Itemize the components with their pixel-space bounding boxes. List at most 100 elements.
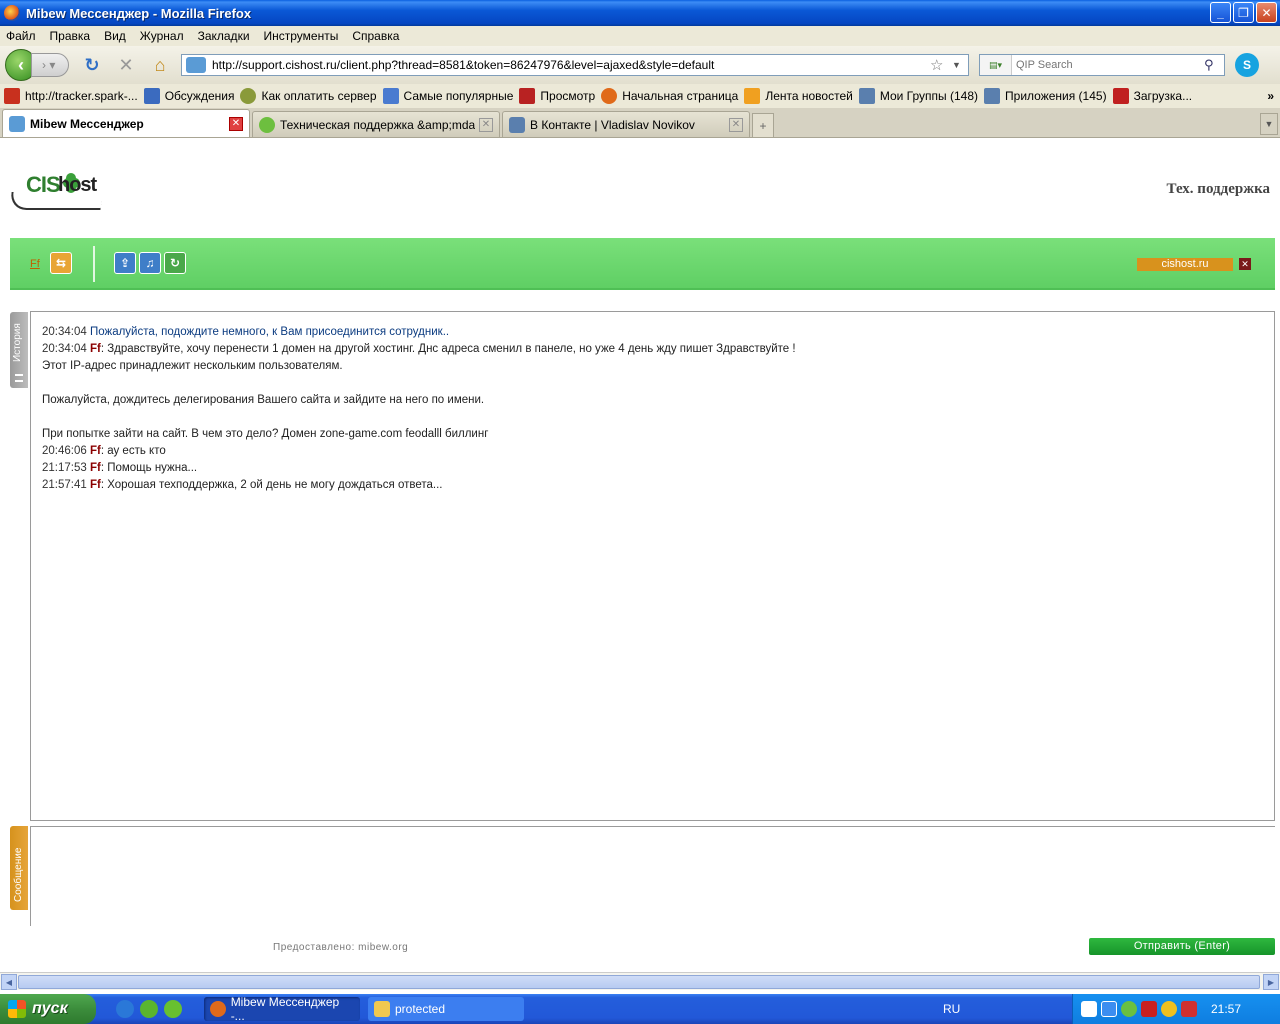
menu-view[interactable]: Вид bbox=[104, 29, 126, 43]
vk-icon bbox=[509, 116, 525, 133]
taskbar: пуск Mibew Мессенджер -... protected RU … bbox=[0, 994, 1280, 1024]
close-window-button[interactable]: ✕ bbox=[1256, 2, 1277, 23]
url-text[interactable]: http://support.cishost.ru/client.php?thr… bbox=[212, 58, 930, 72]
chat-icon bbox=[9, 115, 25, 132]
skype-icon[interactable]: S bbox=[1235, 53, 1259, 77]
close-tab-icon[interactable]: ✕ bbox=[729, 117, 743, 132]
reload-icon[interactable]: ↻ bbox=[81, 54, 103, 76]
new-tab-button[interactable]: + bbox=[752, 113, 774, 137]
scroll-thumb[interactable] bbox=[18, 975, 1260, 989]
vk-icon bbox=[858, 88, 875, 104]
system-tray: RU 21:57 bbox=[943, 994, 1280, 1024]
menu-icon bbox=[15, 374, 23, 382]
language-indicator[interactable]: RU bbox=[943, 1002, 960, 1016]
horizontal-scrollbar[interactable]: ◀ ▶ bbox=[0, 972, 1280, 990]
tab-vkontakte[interactable]: В Контакте | Vladislav Novikov ✕ bbox=[502, 111, 750, 137]
user-name-link[interactable]: Ff bbox=[30, 258, 40, 270]
chat-line: При попытке зайти на сайт. В чем это дел… bbox=[42, 428, 489, 440]
url-dropdown-icon[interactable]: ▼ bbox=[952, 60, 968, 70]
search-icon[interactable]: ⚲ bbox=[1204, 57, 1224, 73]
taskbar-item-folder[interactable]: protected bbox=[368, 997, 524, 1021]
clock: 21:57 bbox=[1211, 1002, 1242, 1016]
folder-icon bbox=[374, 1001, 390, 1017]
window-titlebar: Mibew Мессенджер - Mozilla Firefox _ ❐ ✕ bbox=[0, 0, 1280, 26]
site-identity-icon[interactable] bbox=[186, 57, 206, 73]
home-icon[interactable]: ⌂ bbox=[149, 54, 171, 76]
antivirus-icon[interactable] bbox=[1141, 1001, 1157, 1017]
forward-button[interactable]: › ▾ bbox=[31, 53, 69, 77]
sound-icon[interactable]: ♫ bbox=[139, 252, 161, 274]
search-input[interactable] bbox=[1012, 59, 1204, 71]
view-icon bbox=[519, 88, 536, 104]
chat-line: 21:17:53 Ff: Помощь нужна... bbox=[42, 462, 198, 474]
toolbar-divider bbox=[93, 246, 95, 282]
chat-line: 20:46:06 Ff: ау есть кто bbox=[42, 445, 166, 457]
bookmark-loading[interactable]: Загрузка... bbox=[1112, 88, 1192, 104]
bookmark-discussions[interactable]: Обсуждения bbox=[143, 88, 234, 104]
send-button[interactable]: Отправить (Enter) bbox=[1089, 938, 1275, 955]
mail-transcript-icon[interactable]: ⇪ bbox=[114, 252, 136, 274]
message-tab[interactable]: Сообщение bbox=[10, 826, 28, 910]
mibew-link[interactable]: mibew.org bbox=[358, 942, 408, 953]
bookmark-tracker[interactable]: http://tracker.spark-... bbox=[4, 88, 138, 104]
icq-icon[interactable] bbox=[164, 1000, 182, 1018]
search-engine-icon[interactable]: ▤▾ bbox=[980, 55, 1012, 75]
bookmark-my-groups[interactable]: Мои Группы (148) bbox=[858, 88, 978, 104]
menu-bookmarks[interactable]: Закладки bbox=[198, 29, 250, 43]
firefox-icon bbox=[4, 5, 20, 21]
bookmark-star-icon[interactable]: ☆ bbox=[930, 56, 952, 74]
close-tab-icon[interactable]: ✕ bbox=[479, 117, 493, 132]
help-icon[interactable] bbox=[1081, 1001, 1097, 1017]
bookmark-pay-server[interactable]: Как оплатить сервер bbox=[240, 88, 377, 104]
tray-warning-icon[interactable] bbox=[1181, 1001, 1197, 1017]
scroll-right-icon[interactable]: ▶ bbox=[1263, 974, 1279, 990]
tray-app-icon[interactable] bbox=[1161, 1001, 1177, 1017]
ie-icon[interactable] bbox=[116, 1000, 134, 1018]
powered-by: Предоставлено: mibew.org bbox=[273, 942, 409, 953]
stop-icon[interactable]: ✕ bbox=[115, 54, 137, 76]
change-name-icon[interactable]: ⇆ bbox=[50, 252, 72, 274]
cishost-logo: CIS host bbox=[8, 170, 106, 210]
bookmark-news-feed[interactable]: Лента новостей bbox=[744, 88, 853, 104]
network-icon[interactable] bbox=[1101, 1001, 1117, 1017]
page-title: Тех. поддержка bbox=[1166, 181, 1270, 197]
icq-icon[interactable] bbox=[1121, 1001, 1137, 1017]
tab-bar: Mibew Мессенджер ✕ Техническая поддержка… bbox=[0, 108, 1280, 138]
tab-list-button[interactable]: ▼ bbox=[1260, 113, 1278, 135]
browser-icon[interactable] bbox=[140, 1000, 158, 1018]
scroll-left-icon[interactable]: ◀ bbox=[1, 974, 17, 990]
menu-file[interactable]: Файл bbox=[6, 29, 36, 43]
refresh-icon[interactable]: ↻ bbox=[164, 252, 186, 274]
bookmark-start-page[interactable]: Начальная страница bbox=[601, 88, 738, 104]
page-content: CIS host Тех. поддержка Ff ⇆ ⇪ ♫ ↻ cisho… bbox=[0, 138, 1280, 972]
bookmarks-overflow-chevron[interactable]: » bbox=[1267, 89, 1274, 103]
site-link[interactable]: cishost.ru bbox=[1137, 258, 1233, 271]
url-bar[interactable]: http://support.cishost.ru/client.php?thr… bbox=[181, 54, 969, 76]
minimize-button[interactable]: _ bbox=[1210, 2, 1231, 23]
chat-line bbox=[42, 375, 1263, 392]
bookmark-view[interactable]: Просмотр bbox=[519, 88, 595, 104]
taskbar-item-firefox[interactable]: Mibew Мессенджер -... bbox=[204, 995, 360, 1023]
menu-edit[interactable]: Правка bbox=[50, 29, 91, 43]
rss-icon bbox=[744, 88, 761, 104]
message-input[interactable] bbox=[30, 826, 1275, 926]
bookmark-most-popular[interactable]: Самые популярные bbox=[382, 88, 513, 104]
search-bar[interactable]: ▤▾ ⚲ bbox=[979, 54, 1225, 76]
menu-help[interactable]: Справка bbox=[352, 29, 399, 43]
menu-history[interactable]: Журнал bbox=[140, 29, 184, 43]
tab-mibew[interactable]: Mibew Мессенджер ✕ bbox=[2, 109, 250, 137]
tab-tech-support[interactable]: Техническая поддержка &amp;mdas... ✕ bbox=[252, 111, 500, 137]
maximize-button[interactable]: ❐ bbox=[1233, 2, 1254, 23]
bookmarks-toolbar: http://tracker.spark-... Обсуждения Как … bbox=[0, 84, 1280, 108]
window-title: Mibew Мессенджер - Mozilla Firefox bbox=[26, 5, 252, 21]
close-tab-icon[interactable]: ✕ bbox=[229, 116, 243, 131]
gear-icon bbox=[240, 88, 257, 104]
discussions-icon bbox=[143, 88, 160, 104]
menu-tools[interactable]: Инструменты bbox=[264, 29, 339, 43]
clover-icon bbox=[259, 116, 275, 133]
start-button[interactable]: пуск bbox=[0, 994, 96, 1024]
history-tab[interactable]: История bbox=[10, 312, 28, 388]
bookmark-apps[interactable]: Приложения (145) bbox=[984, 88, 1107, 104]
menu-bar: Файл Правка Вид Журнал Закладки Инструме… bbox=[0, 26, 1280, 46]
close-chat-icon[interactable]: ✕ bbox=[1239, 258, 1251, 270]
